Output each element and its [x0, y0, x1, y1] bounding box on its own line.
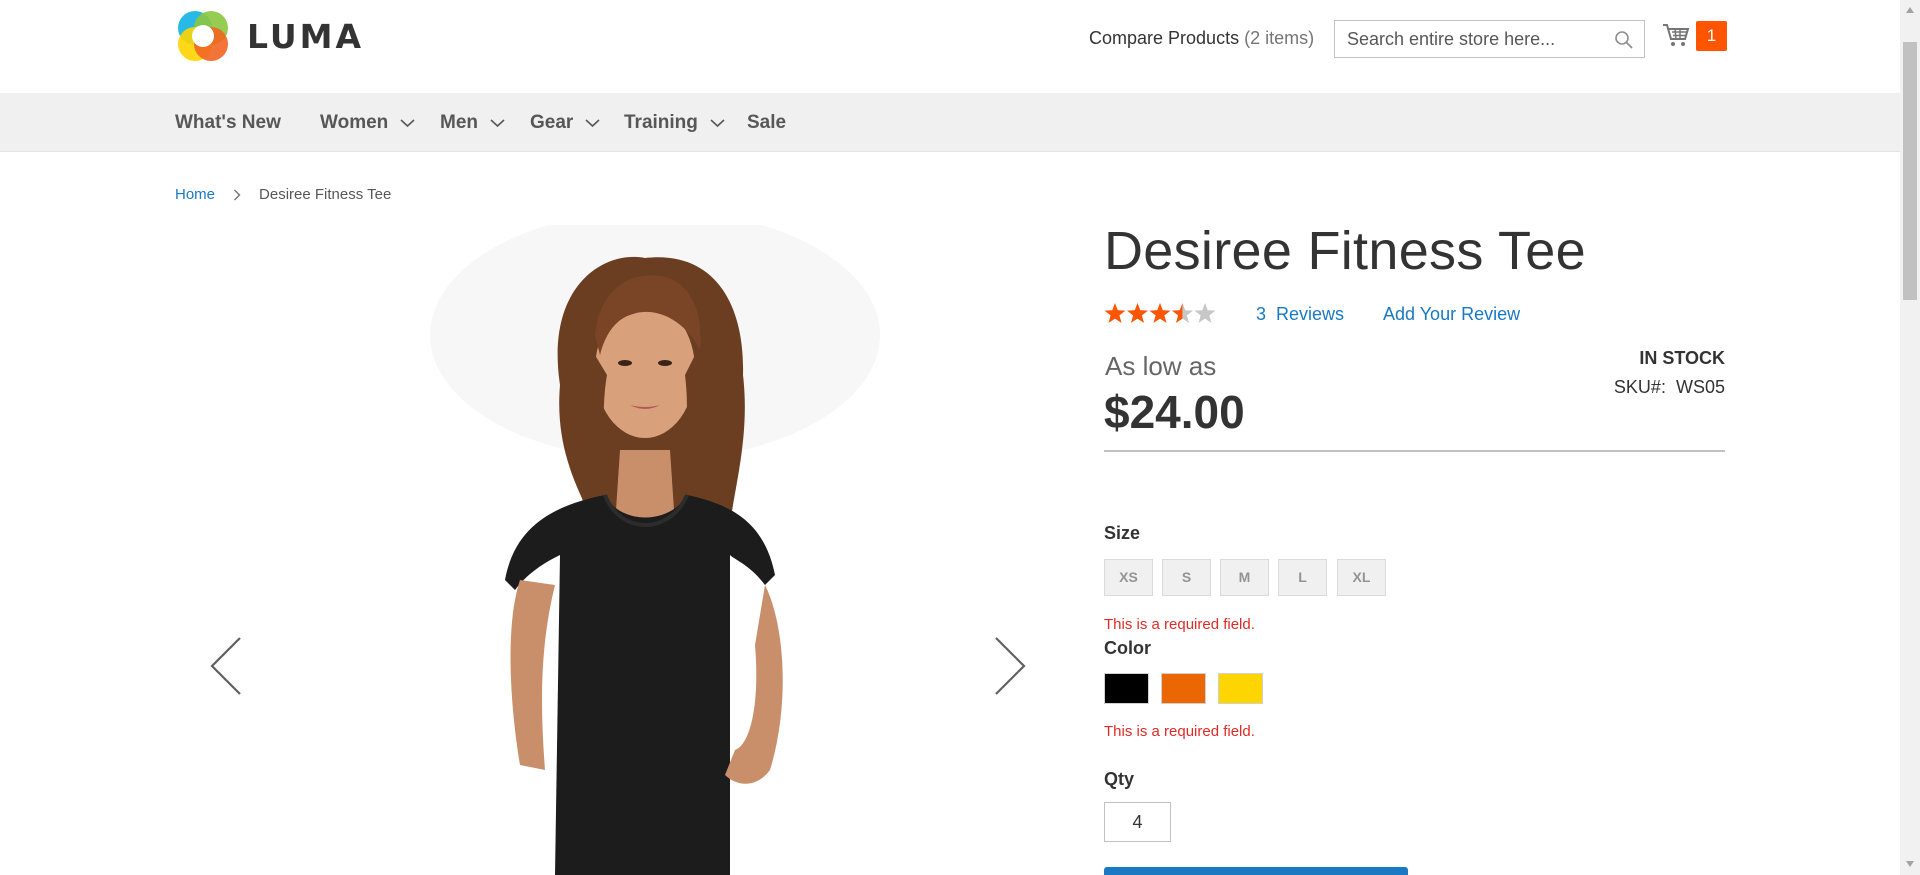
qty-input[interactable]: [1104, 802, 1171, 842]
compare-label: Compare Products: [1089, 28, 1240, 48]
product-gallery: [175, 225, 1045, 875]
sku-label: SKU#:: [1613, 377, 1666, 397]
size-swatch-l[interactable]: L: [1278, 559, 1327, 596]
gallery-next-arrow-icon[interactable]: [992, 635, 1028, 697]
add-review-link[interactable]: Add Your Review: [1383, 304, 1520, 325]
size-swatch-s[interactable]: S: [1162, 559, 1211, 596]
reviews-count: 3: [1256, 304, 1267, 324]
color-swatch-yellow[interactable]: [1218, 673, 1263, 704]
scroll-up-arrow-icon[interactable]: [1905, 6, 1915, 14]
product-sku: SKU#: WS05: [1614, 377, 1725, 398]
scroll-down-arrow-icon[interactable]: [1905, 860, 1915, 868]
rating-stars-icon: [1104, 303, 1216, 323]
compare-products-link[interactable]: Compare Products (2 items): [1089, 28, 1314, 49]
stock-status: IN STOCK: [1639, 348, 1725, 368]
nav-item-men[interactable]: Men: [440, 93, 505, 152]
size-error-message: This is a required field.: [1104, 616, 1255, 633]
chevron-right-icon: [234, 189, 241, 200]
chevron-down-icon: [585, 118, 600, 127]
chevron-down-icon: [710, 118, 725, 127]
luma-logo-icon: [178, 11, 228, 61]
nav-item-label: What's New: [175, 112, 281, 133]
nav-item-label: Training: [624, 112, 698, 133]
size-swatch-xs[interactable]: XS: [1104, 559, 1153, 596]
color-error-message: This is a required field.: [1104, 723, 1255, 740]
product-price: $24.00: [1104, 386, 1245, 438]
logo-text: LUMA: [247, 16, 365, 56]
nav-item-label: Men: [440, 112, 478, 133]
compare-count: (2 items): [1244, 28, 1315, 48]
gallery-prev-arrow-icon[interactable]: [208, 635, 244, 697]
nav-item-women[interactable]: Women: [320, 93, 415, 152]
sku-value: WS05: [1675, 377, 1725, 397]
chevron-down-icon: [490, 118, 505, 127]
scrollbar-thumb[interactable]: [1903, 42, 1917, 300]
page-scrollbar[interactable]: [1900, 0, 1920, 875]
qty-label: Qty: [1104, 769, 1135, 789]
add-to-cart-button[interactable]: [1104, 867, 1408, 875]
breadcrumb-home-link[interactable]: Home: [175, 186, 215, 203]
nav-item-sale[interactable]: Sale: [747, 93, 786, 152]
nav-item-whats-new[interactable]: What's New: [175, 93, 281, 152]
reviews-label: Reviews: [1276, 304, 1345, 324]
size-swatch-m[interactable]: M: [1220, 559, 1269, 596]
nav-item-label: Sale: [747, 112, 787, 133]
color-swatch-orange[interactable]: [1161, 673, 1206, 704]
size-label: Size: [1104, 523, 1141, 543]
nav-item-label: Women: [320, 112, 389, 133]
size-swatch-xl[interactable]: XL: [1337, 559, 1386, 596]
reviews-link[interactable]: 3 Reviews: [1256, 304, 1344, 325]
product-title: Desiree Fitness Tee: [1104, 221, 1586, 281]
chevron-down-icon: [400, 118, 415, 127]
product-rating: [1104, 302, 1216, 326]
nav-item-label: Gear: [530, 112, 574, 133]
color-label: Color: [1104, 638, 1151, 658]
store-logo[interactable]: LUMA: [175, 8, 364, 64]
search-input[interactable]: [1335, 21, 1605, 57]
cart-count-badge: 1: [1696, 21, 1727, 51]
search-icon[interactable]: [1614, 30, 1634, 50]
nav-item-training[interactable]: Training: [624, 93, 725, 152]
nav-item-gear[interactable]: Gear: [530, 93, 600, 152]
main-navigation: What's New Women Men Gear Training Sale: [0, 93, 1900, 152]
site-header: LUMA Compare Products (2 items) 1: [0, 0, 1900, 93]
cart-icon: [1663, 24, 1690, 46]
price-prefix: As low as: [1105, 351, 1217, 381]
minicart-button[interactable]: 1: [1662, 20, 1727, 54]
breadcrumb: Home Desiree Fitness Tee: [175, 186, 391, 203]
color-swatch-black[interactable]: [1104, 673, 1149, 704]
product-image[interactable]: [175, 225, 1045, 875]
breadcrumb-current: Desiree Fitness Tee: [259, 186, 392, 203]
search-box: [1334, 20, 1645, 58]
divider: [1104, 450, 1725, 452]
